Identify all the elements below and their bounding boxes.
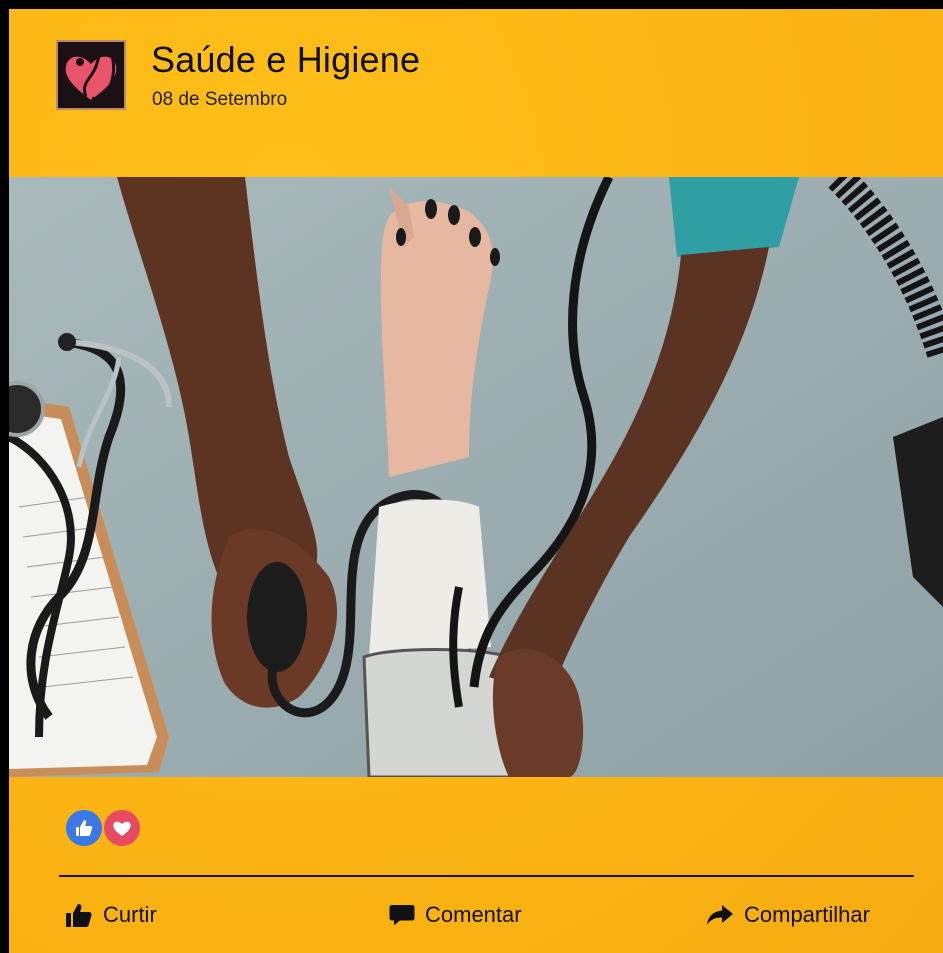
actions-divider: [59, 875, 914, 877]
thumbs-up-icon: [66, 904, 92, 927]
blood-pressure-photo-icon: [9, 177, 943, 777]
like-label: Curtir: [103, 902, 157, 927]
post-card: Saúde e Higiene 08 de Setembro Curtir Co…: [9, 9, 943, 953]
comment-button[interactable]: Comentar: [389, 898, 522, 932]
page-avatar[interactable]: [56, 40, 126, 110]
comment-label: Comentar: [425, 902, 522, 927]
post-header: Saúde e Higiene 08 de Setembro: [9, 9, 943, 177]
heart-stethoscope-logo-icon: [58, 42, 124, 108]
post-date[interactable]: 08 de Setembro: [152, 89, 287, 111]
share-label: Compartilhar: [744, 902, 870, 927]
page-name[interactable]: Saúde e Higiene: [151, 39, 420, 81]
post-photo[interactable]: [9, 177, 943, 777]
like-reaction-icon: [64, 808, 104, 848]
share-button[interactable]: Compartilhar: [706, 898, 870, 932]
like-button[interactable]: Curtir: [65, 898, 157, 932]
comment-icon: [389, 905, 415, 926]
reaction-summary[interactable]: [64, 808, 144, 848]
share-arrow-icon: [707, 905, 733, 925]
love-reaction-icon: [102, 808, 142, 848]
